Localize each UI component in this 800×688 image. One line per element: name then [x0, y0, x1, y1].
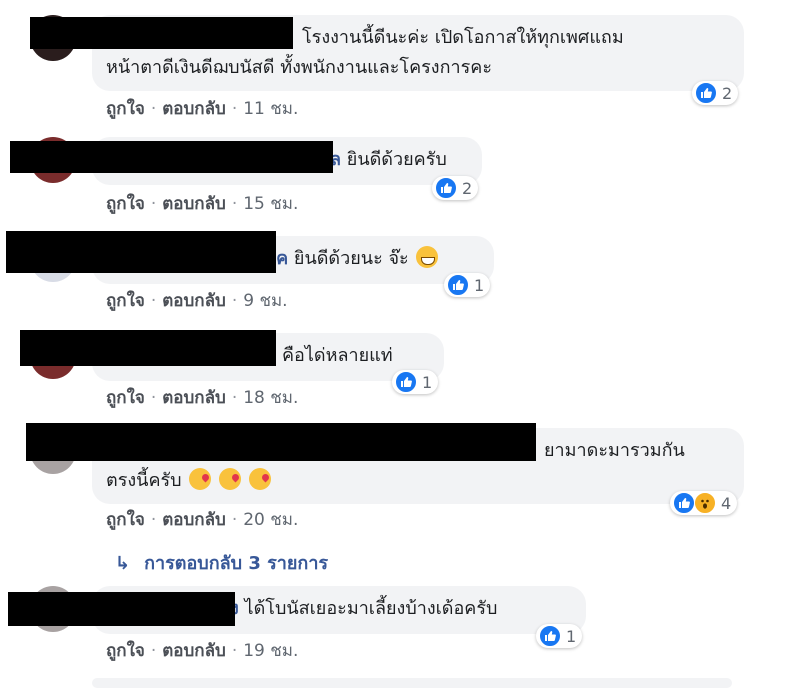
separator: ·	[231, 291, 238, 311]
separator: ·	[231, 99, 238, 119]
reply-button[interactable]: ตอบกลับ	[162, 510, 226, 530]
redacted-name	[6, 231, 276, 273]
reaction-count: 2	[722, 83, 733, 103]
separator: ·	[150, 510, 157, 530]
separator: ·	[150, 388, 157, 408]
reaction-count: 1	[566, 626, 577, 646]
wow-icon	[694, 492, 716, 514]
separator: ·	[231, 388, 238, 408]
reaction-count: 1	[422, 372, 433, 392]
kissing-face-icon	[219, 468, 242, 490]
reaction-summary[interactable]: 4	[670, 491, 738, 515]
like-icon	[447, 274, 469, 296]
reply-button[interactable]: ตอบกลับ	[162, 99, 226, 119]
like-icon	[673, 492, 695, 514]
separator: ·	[231, 641, 238, 661]
comment-actions: ถูกใจ · ตอบกลับ · 20 ชม.	[106, 506, 298, 533]
separator: ·	[150, 641, 157, 661]
timestamp[interactable]: 15 ชม.	[243, 194, 298, 214]
comment-text: ได้โบนัสเยอะมาเลี้ยงบ้างเด้อครับ	[244, 598, 498, 619]
reply-button[interactable]: ตอบกลับ	[162, 194, 226, 214]
comment-text: คือได่หลายแท่	[282, 345, 393, 366]
redacted-name	[26, 423, 536, 461]
kissing-face-icon	[189, 468, 212, 490]
comment-actions: ถูกใจ · ตอบกลับ · 18 ชม.	[106, 384, 298, 411]
redacted-name	[10, 141, 333, 173]
reaction-summary[interactable]: 1	[536, 624, 583, 648]
separator: ·	[150, 99, 157, 119]
reaction-summary[interactable]: 2	[432, 176, 479, 200]
kissing-face-icon	[248, 468, 271, 490]
like-icon	[695, 82, 717, 104]
like-icon	[539, 625, 561, 647]
replies-label: การตอบกลับ 3 รายการ	[144, 553, 329, 574]
reaction-count: 4	[721, 493, 732, 513]
like-button[interactable]: ถูกใจ	[106, 194, 145, 214]
separator: ·	[231, 194, 238, 214]
comment-actions: ถูกใจ · ตอบกลับ · 11 ชม.	[106, 95, 298, 122]
like-icon	[435, 177, 457, 199]
reply-arrow-icon: ↳	[115, 553, 131, 574]
separator: ·	[150, 291, 157, 311]
timestamp[interactable]: 19 ชม.	[243, 641, 298, 661]
comment-text: ยินดีด้วยครับ	[346, 149, 447, 170]
timestamp[interactable]: 11 ชม.	[243, 99, 298, 119]
comment-text-line2: ตรงนี้ครับ	[106, 470, 182, 491]
reaction-count: 1	[474, 275, 485, 295]
grinning-face-icon	[416, 246, 439, 268]
like-button[interactable]: ถูกใจ	[106, 291, 145, 311]
reply-button[interactable]: ตอบกลับ	[162, 641, 226, 661]
timestamp[interactable]: 20 ชม.	[243, 510, 298, 530]
comment-bubble-partial	[92, 678, 732, 688]
comment-text: ยินดีด้วยนะ จ๊ะ	[293, 248, 409, 269]
like-icon	[395, 371, 417, 393]
redacted-name	[8, 592, 235, 626]
comment-actions: ถูกใจ · ตอบกลับ · 9 ชม.	[106, 287, 288, 314]
view-replies-link[interactable]: ↳ การตอบกลับ 3 รายการ	[115, 548, 328, 577]
comment-actions: ถูกใจ · ตอบกลับ · 19 ชม.	[106, 637, 298, 664]
like-button[interactable]: ถูกใจ	[106, 510, 145, 530]
reply-button[interactable]: ตอบกลับ	[162, 388, 226, 408]
comment-text-line2: หน้าตาดีเงินดีฌบนัสดี ทั้งพนักงานและโครง…	[106, 57, 492, 78]
reaction-summary[interactable]: 1	[444, 273, 491, 297]
redacted-name	[30, 17, 293, 49]
separator: ·	[231, 510, 238, 530]
timestamp[interactable]: 18 ชม.	[243, 388, 298, 408]
timestamp[interactable]: 9 ชม.	[243, 291, 287, 311]
like-button[interactable]: ถูกใจ	[106, 641, 145, 661]
reply-button[interactable]: ตอบกลับ	[162, 291, 226, 311]
reaction-summary[interactable]: 2	[692, 81, 739, 105]
like-button[interactable]: ถูกใจ	[106, 388, 145, 408]
reaction-count: 2	[462, 178, 473, 198]
redacted-name	[20, 330, 276, 366]
reaction-summary[interactable]: 1	[392, 370, 439, 394]
comment-actions: ถูกใจ · ตอบกลับ · 15 ชม.	[106, 190, 298, 217]
like-button[interactable]: ถูกใจ	[106, 99, 145, 119]
separator: ·	[150, 194, 157, 214]
